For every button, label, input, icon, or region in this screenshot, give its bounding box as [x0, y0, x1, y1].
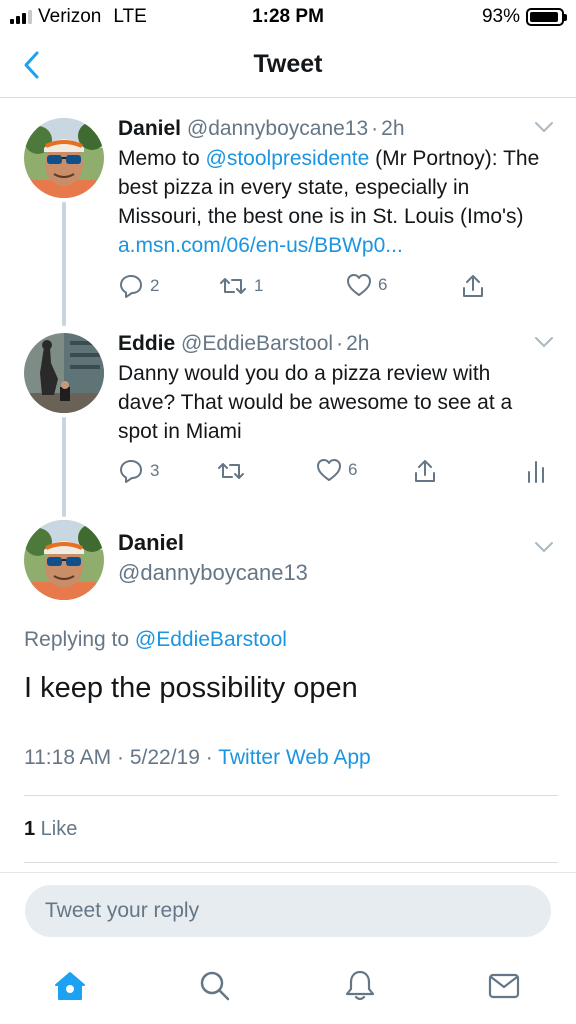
avatar-daniel-image	[24, 520, 104, 600]
status-right: 93%	[481, 6, 567, 28]
replying-to: Replying to @EddieBarstool	[24, 628, 287, 652]
tab-bar	[0, 952, 576, 1024]
retweet-count: 1	[254, 276, 264, 295]
thread-tweet-1[interactable]: Daniel @dannyboycane13 · 2h Memo to @stool…	[0, 98, 576, 326]
separator-dot: ·	[371, 117, 379, 140]
retweet-button[interactable]	[216, 458, 246, 484]
search-icon	[200, 971, 230, 1001]
tab-notifications[interactable]	[340, 966, 380, 1006]
like-button[interactable]: 6	[316, 458, 357, 482]
status-bar: Verizon LTE 1:28 PM 93%	[0, 0, 576, 34]
tweet-date: 5/22/19	[129, 746, 200, 769]
analytics-button[interactable]	[526, 458, 546, 484]
thread-connector-line	[62, 202, 66, 326]
retweet-button[interactable]: 1	[218, 273, 263, 299]
share-icon	[463, 275, 483, 297]
meta-separator: ·	[199, 746, 219, 769]
url-link[interactable]: a.msn.com/06/en-us/BBWp0...	[118, 234, 403, 257]
tweet-text: Memo to @stoolpresidente (Mr Portnoy): T…	[118, 144, 546, 260]
thread-connector-line	[62, 417, 66, 517]
likes-label: Like	[35, 818, 78, 840]
reply-icon	[120, 275, 142, 298]
battery-icon	[526, 8, 567, 26]
replying-to-prefix: Replying to	[24, 628, 135, 651]
author-name[interactable]: Daniel	[118, 530, 546, 556]
nav-bar: Tweet	[0, 34, 576, 98]
retweet-icon	[218, 463, 244, 479]
author-handle[interactable]: @dannyboycane13	[187, 117, 368, 140]
retweet-icon	[220, 278, 246, 294]
tweet-body: Eddie @EddieBarstool · 2h Danny would you …	[118, 331, 546, 446]
avatar-daniel[interactable]	[24, 520, 104, 600]
author-handle[interactable]: @EddieBarstool	[181, 332, 333, 355]
replying-to-link[interactable]: @EddieBarstool	[135, 628, 287, 651]
main-tweet-author: Daniel @dannyboycane13	[118, 530, 546, 586]
main-tweet-text: I keep the possibility open	[24, 672, 358, 704]
share-button[interactable]	[412, 458, 438, 484]
tweet-timestamp: 11:18 AM	[24, 746, 112, 769]
reply-bar	[0, 872, 576, 952]
tab-home[interactable]	[50, 966, 90, 1006]
avatar-daniel[interactable]	[24, 118, 104, 198]
divider	[24, 862, 558, 863]
avatar-eddie[interactable]	[24, 333, 104, 413]
reply-icon	[120, 460, 142, 483]
tweet-source-link[interactable]: Twitter Web App	[218, 746, 371, 769]
mention-link[interactable]: @stoolpresidente	[206, 147, 370, 170]
like-count: 6	[348, 460, 358, 479]
chevron-down-icon[interactable]	[534, 120, 554, 134]
tab-search[interactable]	[195, 966, 235, 1006]
tab-messages[interactable]	[484, 966, 524, 1006]
like-count: 6	[378, 275, 388, 294]
tweet-actions: 2 1 6	[118, 273, 548, 303]
thread-tweet-2[interactable]: Eddie @EddieBarstool · 2h Danny would you …	[0, 313, 576, 518]
analytics-icon	[528, 461, 544, 483]
tweet-text-part: Memo to	[118, 147, 206, 170]
messages-icon	[488, 973, 520, 999]
main-tweet: Daniel @dannyboycane13	[0, 518, 576, 618]
home-icon	[55, 972, 85, 1000]
separator-dot: ·	[336, 332, 344, 355]
avatar-daniel-image	[24, 118, 104, 198]
tweet-body: Daniel @dannyboycane13 · 2h Memo to @stool…	[118, 116, 546, 260]
tweet-meta: 11:18 AM · 5/22/19 · Twitter Web App	[24, 746, 371, 770]
author-name[interactable]: Eddie	[118, 332, 175, 355]
reply-count: 2	[150, 276, 160, 295]
tweet-header: Eddie @EddieBarstool · 2h	[118, 331, 546, 357]
tweet-time: 2h	[346, 332, 370, 355]
battery-percent: 93%	[481, 6, 520, 27]
heart-icon	[347, 274, 371, 296]
avatar-eddie-image	[24, 333, 104, 413]
reply-button[interactable]: 2	[118, 273, 159, 299]
tweet-time: 2h	[381, 117, 405, 140]
tweet-actions: 3 6	[118, 458, 548, 488]
battery-fill	[530, 12, 558, 22]
notifications-icon	[345, 970, 375, 1001]
like-button[interactable]: 6	[346, 273, 387, 297]
author-name[interactable]: Daniel	[118, 117, 181, 140]
share-icon	[415, 460, 435, 482]
likes-number: 1	[24, 818, 36, 840]
share-button[interactable]	[460, 273, 486, 299]
reply-count: 3	[150, 461, 160, 480]
chevron-down-icon[interactable]	[534, 335, 554, 349]
reply-button[interactable]: 3	[118, 458, 159, 484]
divider	[24, 795, 558, 796]
author-handle[interactable]: @dannyboycane13	[118, 560, 546, 586]
tweet-text: Danny would you do a pizza review with d…	[118, 362, 513, 443]
heart-icon	[317, 459, 341, 481]
meta-separator: ·	[111, 746, 130, 769]
tweet-header: Daniel @dannyboycane13 · 2h	[118, 116, 546, 142]
chevron-down-icon[interactable]	[534, 540, 554, 554]
page-title: Tweet	[253, 50, 323, 78]
likes-count-row[interactable]: 1 Like	[24, 818, 77, 841]
reply-input[interactable]	[25, 885, 551, 937]
